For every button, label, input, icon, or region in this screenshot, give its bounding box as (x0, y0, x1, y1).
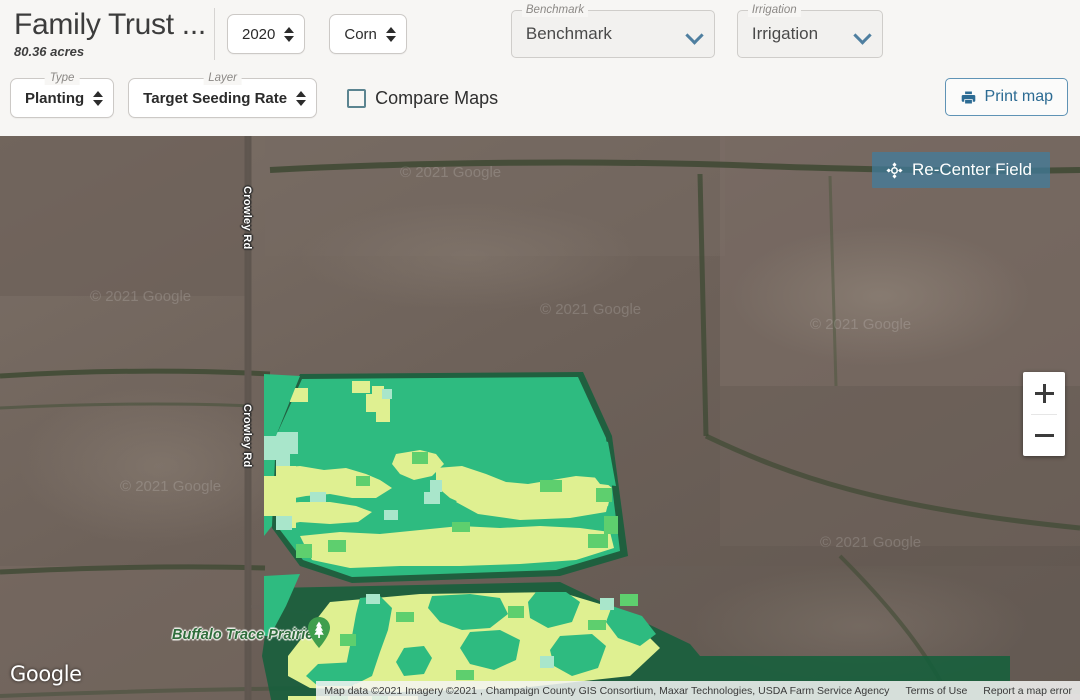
seeding-rate-zones-upper (276, 377, 620, 577)
toolbar-row-secondary: Type Planting Layer Target Seeding Rate … (0, 68, 1080, 128)
minus-icon (1035, 434, 1054, 437)
compare-maps-checkbox[interactable]: Compare Maps (347, 88, 498, 109)
terms-of-use-link[interactable]: Terms of Use (905, 685, 967, 697)
attribution-map-data: Map data ©2021 Imagery ©2021 , Champaign… (324, 685, 889, 697)
print-map-button[interactable]: Print map (945, 78, 1068, 116)
map-attribution-bar: Map data ©2021 Imagery ©2021 , Champaign… (316, 681, 1080, 700)
type-select-value: Planting (25, 90, 84, 107)
field-title-block: Family Trust ... 80.36 acres (10, 8, 208, 60)
map-zoom-controls[interactable] (1023, 372, 1065, 456)
recenter-field-label: Re-Center Field (912, 160, 1032, 180)
chevron-down-icon[interactable] (687, 27, 702, 42)
year-select[interactable]: 2020 (227, 14, 305, 54)
zoom-out-button[interactable] (1023, 414, 1065, 456)
benchmark-select[interactable]: Benchmark Benchmark (511, 10, 715, 58)
benchmark-select-value: Benchmark (526, 24, 612, 44)
year-select-value: 2020 (242, 26, 275, 43)
chevron-down-icon[interactable] (855, 27, 870, 42)
layer-select[interactable]: Layer Target Seeding Rate (128, 78, 317, 118)
type-select[interactable]: Type Planting (10, 78, 114, 118)
report-map-error-link[interactable]: Report a map error (983, 685, 1072, 697)
field-map-application: Family Trust ... 80.36 acres 2020 Corn B… (0, 0, 1080, 700)
irrigation-select[interactable]: Irrigation Irrigation (737, 10, 883, 58)
stepper-arrows-icon[interactable] (93, 91, 103, 106)
google-logo[interactable]: Google (10, 662, 82, 686)
zoom-in-button[interactable] (1023, 372, 1065, 414)
type-select-label: Type (45, 71, 80, 85)
park-label-buffalo-trace-prairie: Buffalo Trace Prairie (172, 627, 313, 643)
page-title: Family Trust ... (14, 8, 208, 42)
map-viewport[interactable]: © 2021 Google © 2021 Google © 2021 Googl… (0, 136, 1080, 700)
irrigation-select-label: Irrigation (748, 3, 801, 17)
crosshair-icon (886, 162, 903, 179)
print-map-label: Print map (985, 88, 1053, 106)
layer-select-label: Layer (203, 71, 242, 85)
stepper-arrows-icon[interactable] (386, 27, 396, 42)
printer-icon (960, 89, 977, 106)
layer-select-value: Target Seeding Rate (143, 90, 287, 107)
road-label-crowley-rd: Crowley Rd (241, 404, 253, 468)
crop-select[interactable]: Corn (329, 14, 407, 54)
tree-pin-icon (306, 617, 332, 654)
satellite-map-canvas[interactable] (0, 136, 1080, 700)
recenter-field-button[interactable]: Re-Center Field (872, 152, 1050, 188)
stepper-arrows-icon[interactable] (296, 91, 306, 106)
irrigation-select-value: Irrigation (752, 24, 818, 44)
checkbox-box-icon[interactable] (347, 89, 366, 108)
field-acreage: 80.36 acres (14, 44, 208, 60)
stepper-arrows-icon[interactable] (284, 27, 294, 42)
vertical-divider (214, 8, 215, 60)
toolbar-row-primary: Family Trust ... 80.36 acres 2020 Corn B… (0, 0, 1080, 68)
crop-select-value: Corn (344, 26, 377, 43)
road-label-crowley-rd: Crowley Rd (241, 186, 253, 250)
toolbar: Family Trust ... 80.36 acres 2020 Corn B… (0, 0, 1080, 136)
compare-maps-label: Compare Maps (375, 88, 498, 109)
benchmark-select-label: Benchmark (522, 3, 588, 17)
